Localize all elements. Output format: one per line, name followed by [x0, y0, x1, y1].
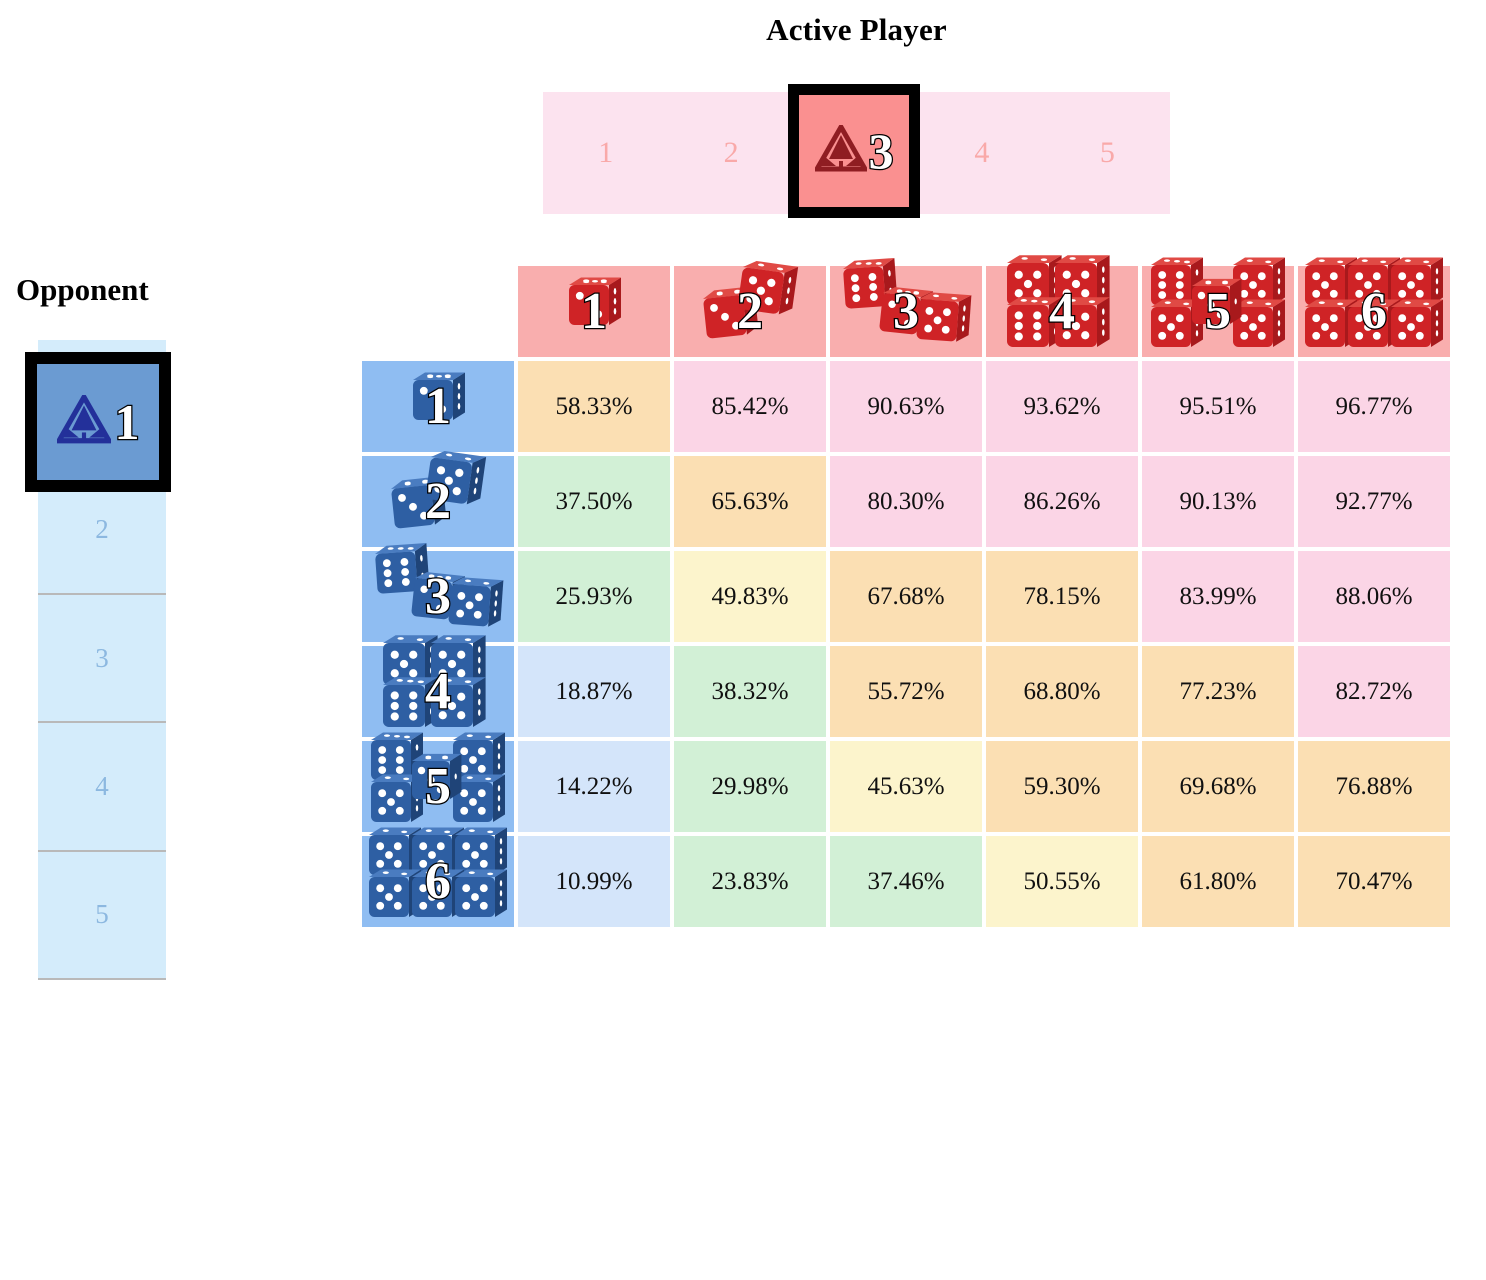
cell-r4c6[interactable]: 82.72% [1298, 646, 1450, 737]
cell-r6c6[interactable]: 70.47% [1298, 836, 1450, 927]
dice-pyramid-icon [54, 391, 113, 450]
row-header-6-label: 6 [424, 852, 453, 910]
row-header-1-label: 1 [424, 377, 453, 435]
cell-r2c6[interactable]: 92.77% [1298, 456, 1450, 547]
column-header-6-label: 6 [1360, 282, 1389, 340]
column-header-3-label: 3 [892, 282, 921, 340]
cell-r2c5[interactable]: 90.13% [1142, 456, 1294, 547]
cell-r6c3[interactable]: 37.46% [830, 836, 982, 927]
cell-r1c6[interactable]: 96.77% [1298, 361, 1450, 452]
cell-r4c5[interactable]: 77.23% [1142, 646, 1294, 737]
opponent-option-5[interactable]: 5 [38, 851, 166, 981]
column-header-1[interactable]: 1 [518, 266, 670, 357]
cell-r2c1[interactable]: 37.50% [518, 456, 670, 547]
column-header-5[interactable]: 5 [1142, 257, 1294, 357]
opponent-option-4[interactable]: 4 [38, 723, 166, 852]
cell-r3c3[interactable]: 67.68% [830, 551, 982, 642]
active-player-selected-cell[interactable]: 3 [788, 84, 920, 218]
cell-r1c5[interactable]: 95.51% [1142, 361, 1294, 452]
cell-r6c5[interactable]: 61.80% [1142, 836, 1294, 927]
table-row: 6 10.99% 23.83% 37.46% 50.55% 61.80% 70.… [362, 827, 1450, 927]
cell-r5c6[interactable]: 76.88% [1298, 741, 1450, 832]
column-header-6[interactable]: 6 [1298, 257, 1450, 357]
cell-r5c5[interactable]: 69.68% [1142, 741, 1294, 832]
row-header-6[interactable]: 6 [362, 827, 514, 927]
column-header-4-label: 4 [1048, 282, 1077, 340]
cell-r5c4[interactable]: 59.30% [986, 741, 1138, 832]
cell-r3c6[interactable]: 88.06% [1298, 551, 1450, 642]
cell-r5c3[interactable]: 45.63% [830, 741, 982, 832]
row-header-2[interactable]: 2 [362, 450, 514, 547]
active-player-option-2[interactable]: 2 [668, 92, 794, 214]
cell-r4c2[interactable]: 38.32% [674, 646, 826, 737]
cell-r6c1[interactable]: 10.99% [518, 836, 670, 927]
table-row: 3 25.93% 49.83% 67.68% 78.15% 83.99% 88.… [362, 542, 1450, 642]
active-player-title: Active Player [766, 12, 947, 47]
row-header-3[interactable]: 3 [362, 542, 514, 642]
probability-matrix: 1 2 3 4 5 6 1 58.33% 85.42% 90.63% 93.62… [358, 254, 1454, 931]
cell-r3c2[interactable]: 49.83% [674, 551, 826, 642]
opponent-title: Opponent [16, 272, 149, 307]
column-header-3[interactable]: 3 [830, 257, 982, 357]
row-header-5[interactable]: 5 [362, 732, 514, 832]
cell-r4c4[interactable]: 68.80% [986, 646, 1138, 737]
opponent-selected-number: 1 [113, 394, 141, 450]
row-header-3-label: 3 [424, 567, 453, 625]
opponent-option-3[interactable]: 3 [38, 594, 166, 724]
active-player-option-1[interactable]: 1 [543, 92, 669, 214]
row-header-4[interactable]: 4 [362, 634, 514, 737]
active-player-selected-number: 3 [867, 123, 895, 179]
column-header-5-label: 5 [1204, 282, 1233, 340]
cell-r2c4[interactable]: 86.26% [986, 456, 1138, 547]
cell-r2c3[interactable]: 80.30% [830, 456, 982, 547]
cell-r4c1[interactable]: 18.87% [518, 646, 670, 737]
column-header-1-label: 1 [580, 282, 609, 340]
cell-r3c4[interactable]: 78.15% [986, 551, 1138, 642]
cell-r3c5[interactable]: 83.99% [1142, 551, 1294, 642]
column-header-2[interactable]: 2 [674, 260, 826, 357]
table-row: 1 58.33% 85.42% 90.63% 93.62% 95.51% 96.… [362, 361, 1450, 452]
table-row: 2 37.50% 65.63% 80.30% 86.26% 90.13% 92.… [362, 450, 1450, 547]
matrix-corner [362, 266, 514, 357]
cell-r1c1[interactable]: 58.33% [518, 361, 670, 452]
cell-r6c4[interactable]: 50.55% [986, 836, 1138, 927]
row-header-1[interactable]: 1 [362, 361, 514, 452]
cell-r5c2[interactable]: 29.98% [674, 741, 826, 832]
opponent-selected-cell[interactable]: 1 [25, 352, 171, 492]
dice-pyramid-icon [812, 121, 869, 178]
column-header-4[interactable]: 4 [986, 254, 1138, 357]
cell-r3c1[interactable]: 25.93% [518, 551, 670, 642]
row-header-5-label: 5 [424, 757, 453, 815]
table-header-row: 1 2 3 4 5 6 [362, 254, 1450, 357]
cell-r2c2[interactable]: 65.63% [674, 456, 826, 547]
cell-r1c2[interactable]: 85.42% [674, 361, 826, 452]
cell-r4c3[interactable]: 55.72% [830, 646, 982, 737]
active-player-option-5[interactable]: 5 [1044, 92, 1171, 214]
table-row: 5 14.22% 29.98% 45.63% 59.30% 69.68% 76.… [362, 732, 1450, 832]
row-header-4-label: 4 [424, 662, 453, 720]
table-row: 4 18.87% 38.32% 55.72% 68.80% 77.23% 82.… [362, 634, 1450, 737]
active-player-option-4[interactable]: 4 [919, 92, 1045, 214]
cell-r1c3[interactable]: 90.63% [830, 361, 982, 452]
column-header-2-label: 2 [736, 282, 765, 340]
cell-r5c1[interactable]: 14.22% [518, 741, 670, 832]
cell-r1c4[interactable]: 93.62% [986, 361, 1138, 452]
probability-table: 1 2 3 4 5 6 1 58.33% 85.42% 90.63% 93.62… [358, 254, 1454, 931]
cell-r6c2[interactable]: 23.83% [674, 836, 826, 927]
row-header-2-label: 2 [424, 472, 453, 530]
